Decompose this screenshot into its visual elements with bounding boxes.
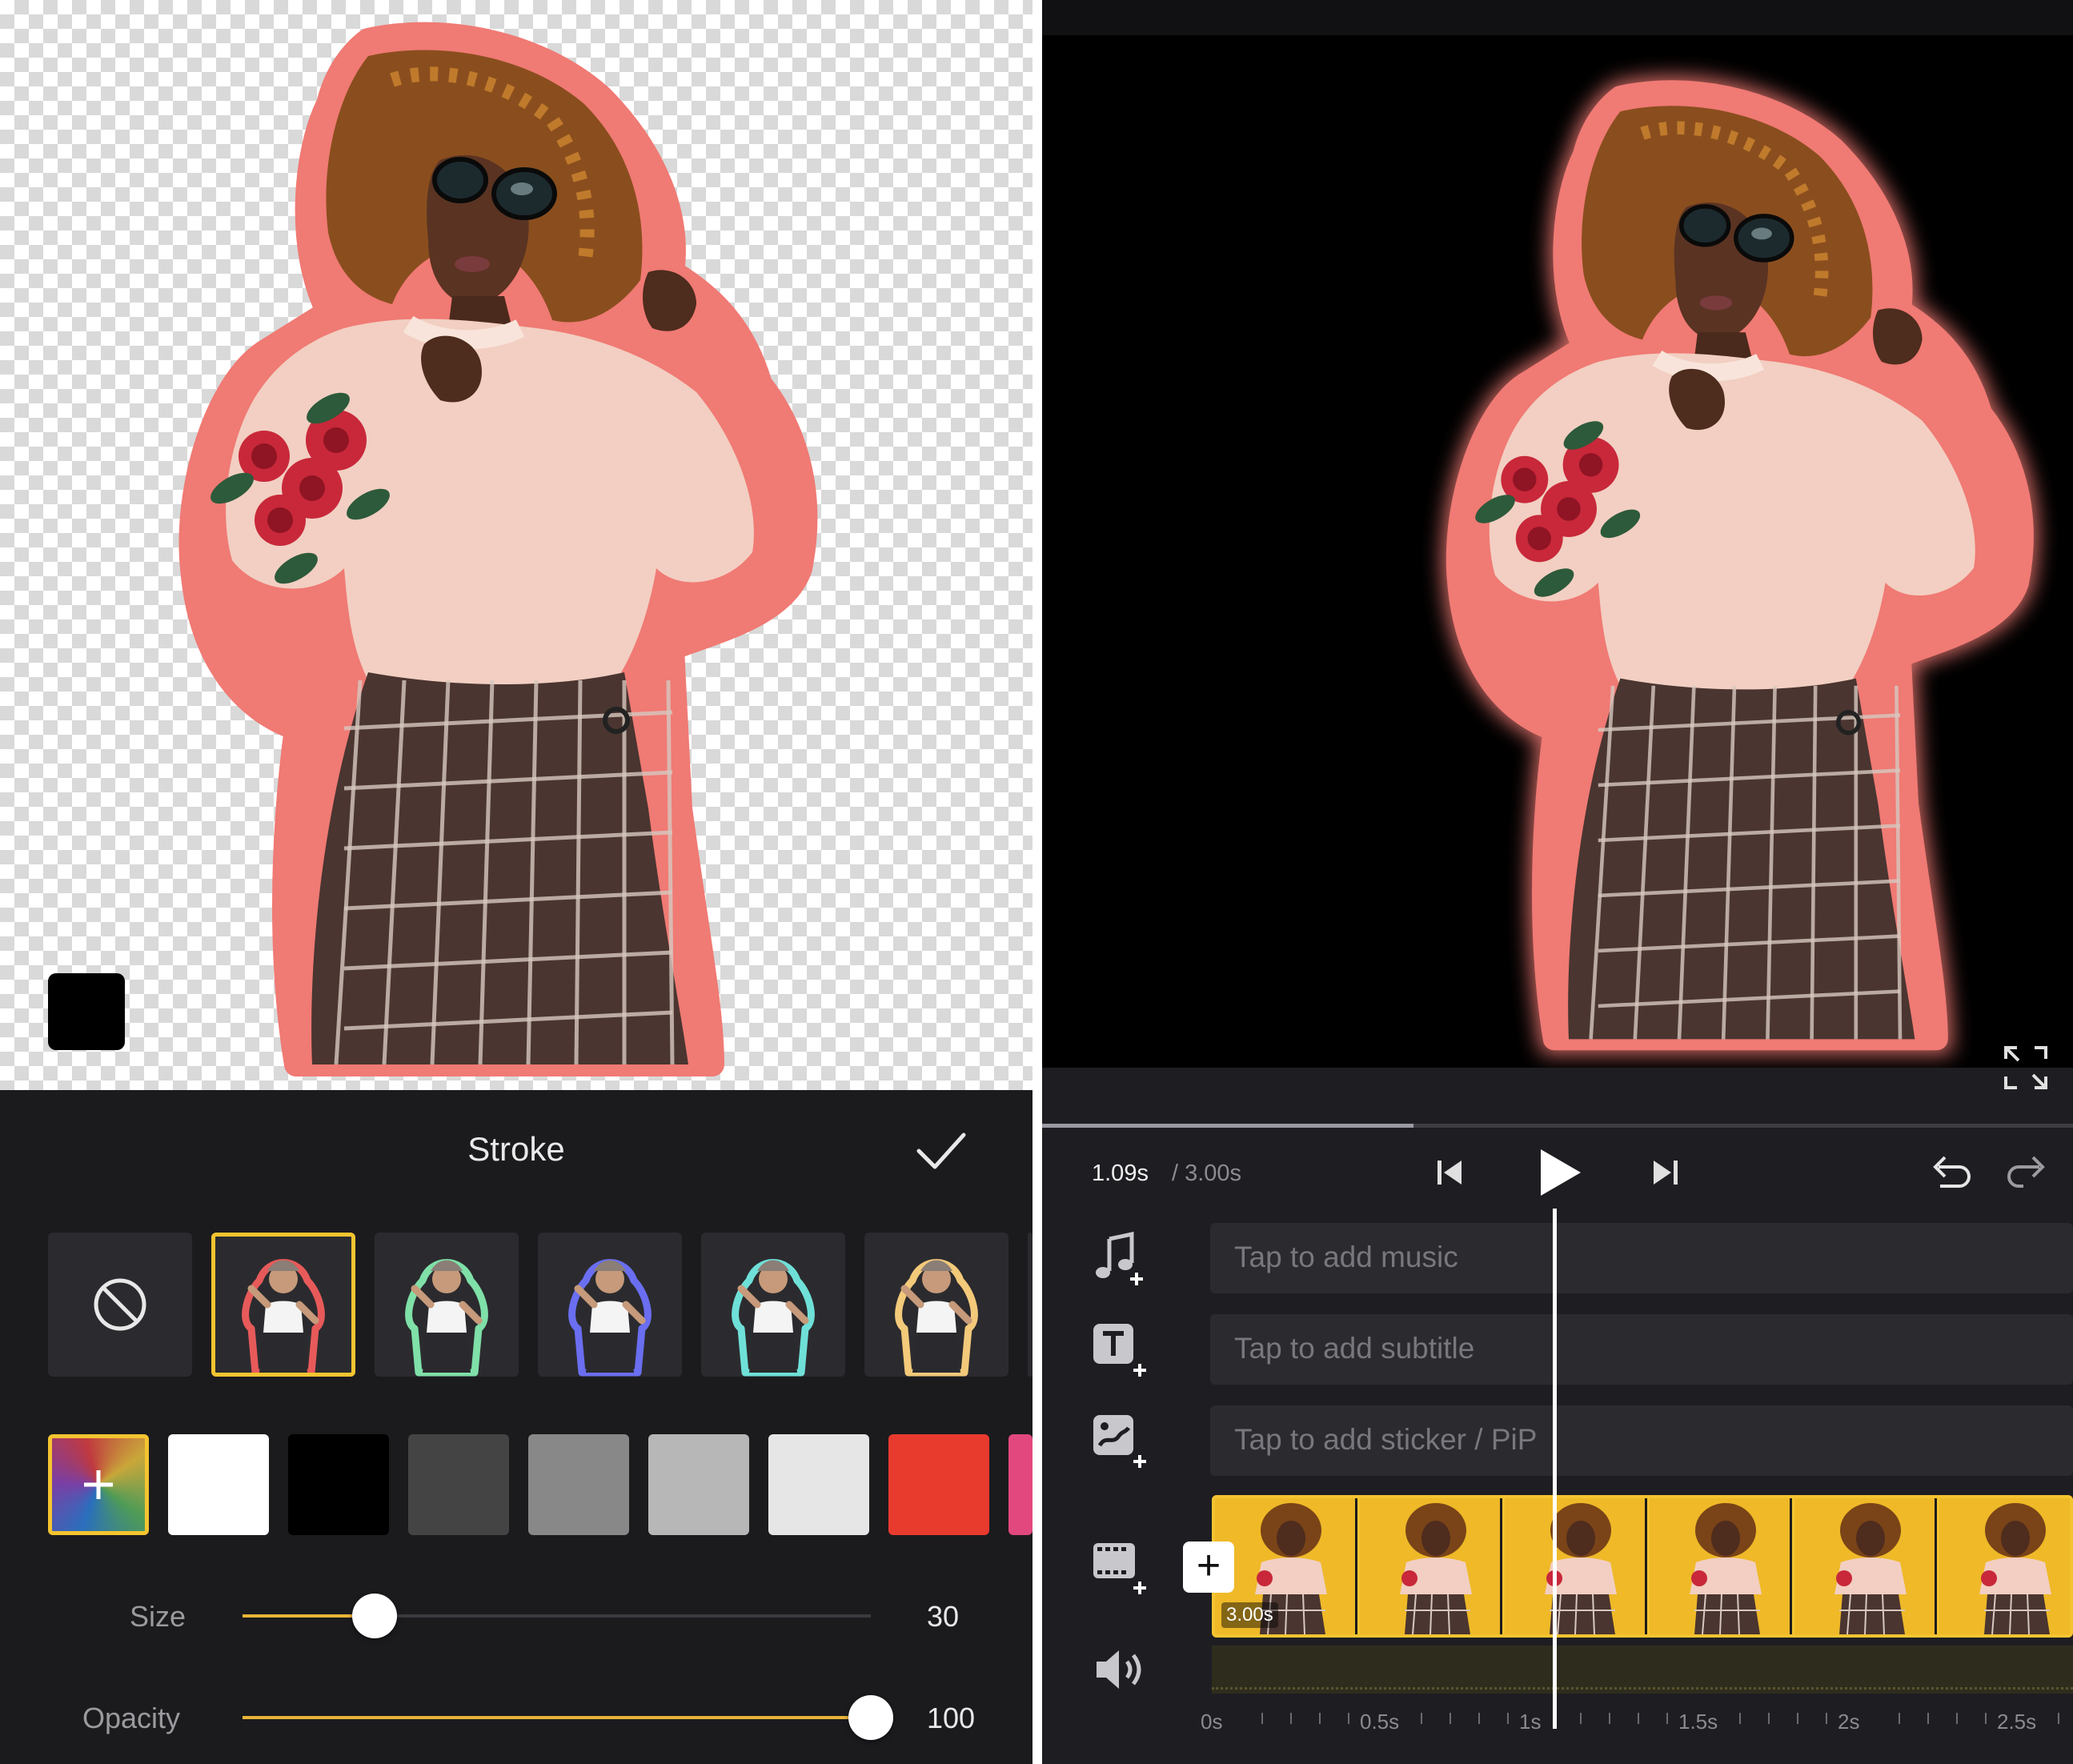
no-stroke-icon [94,1278,146,1331]
ruler-label: 0.5s [1360,1710,1400,1734]
preset-gold-glow[interactable] [864,1233,1008,1377]
volume-icon[interactable] [1090,1639,1151,1700]
add-music-icon[interactable] [1090,1228,1151,1289]
music-track[interactable]: Tap to add music [1210,1223,2073,1293]
color-red[interactable] [888,1434,989,1535]
top-bar [1042,0,2073,35]
add-clip-icon[interactable] [1090,1537,1151,1598]
size-label: Size [130,1600,186,1633]
skip-end-icon[interactable] [1649,1157,1681,1189]
clip-frame [1360,1498,1502,1634]
checkmark-icon[interactable] [912,1122,968,1178]
preset-green-stroke[interactable] [375,1233,519,1377]
subtitle-track[interactable]: Tap to add subtitle [1210,1314,2073,1385]
opacity-value: 100 [927,1702,976,1734]
color-white[interactable] [168,1434,269,1535]
ruler-tick [1797,1713,1798,1724]
video-editor: 1.09s / 3.00s Tap to add music Tap to ad… [1042,0,2073,1764]
ruler-tick [1421,1713,1422,1724]
ruler-tick [1666,1713,1668,1724]
playhead[interactable] [1553,1209,1557,1729]
skip-start-icon[interactable] [1434,1157,1466,1189]
ruler-tick [1927,1713,1929,1724]
clip-frame [1939,1498,2070,1634]
fullscreen-icon[interactable] [2003,1044,2049,1091]
redo-icon[interactable] [2003,1153,2051,1193]
ruler-tick [1261,1713,1263,1724]
add-subtitle-icon[interactable] [1090,1319,1151,1380]
ruler-tick [1580,1713,1582,1724]
color-dark-gray[interactable] [408,1434,509,1535]
ruler-label: 2s [1838,1710,1860,1734]
preset-teal-glow[interactable] [701,1233,845,1377]
preset-blue-stroke[interactable] [538,1233,682,1377]
ruler-tick [1638,1713,1639,1724]
color-off-white[interactable] [768,1434,869,1535]
background-color-swatch[interactable] [48,973,125,1050]
opacity-label: Opacity [82,1702,181,1734]
ruler-tick [1609,1713,1610,1724]
ruler-tick [1739,1713,1741,1724]
playback-progress[interactable] [1042,1124,2073,1128]
opacity-slider[interactable] [243,1695,893,1740]
ruler-tick [1956,1713,1958,1724]
stroke-editor: Stroke Size 30 Opacity 100 [0,0,1032,1764]
add-sticker-icon[interactable] [1090,1410,1151,1471]
size-slider[interactable] [243,1594,871,1638]
opacity-slider-handle[interactable] [848,1695,893,1740]
color-light-gray[interactable] [648,1434,749,1535]
size-slider-handle[interactable] [351,1594,397,1638]
subtitle-track-label: Tap to add subtitle [1234,1332,1475,1365]
undo-icon[interactable] [1929,1153,1974,1193]
ruler-tick [1826,1713,1827,1724]
audio-track[interactable] [1212,1646,2073,1694]
ruler-tick [1768,1713,1770,1724]
music-track-label: Tap to add music [1234,1241,1458,1273]
color-black[interactable] [288,1434,389,1535]
add-clip-button[interactable]: + [1183,1541,1234,1593]
custom-color-button[interactable] [48,1434,149,1535]
timeline-ruler[interactable]: 0s 0.5s 1s 1.5s 2s 2.5s [1194,1703,2073,1751]
preset-none[interactable] [48,1233,192,1377]
ruler-label: 0s [1201,1710,1223,1734]
ruler-label: 1.5s [1678,1710,1718,1734]
ruler-label: 1s [1519,1710,1542,1734]
sticker-track[interactable]: Tap to add sticker / PiP [1210,1405,2073,1476]
total-time: / 3.00s [1172,1161,1242,1186]
stroke-panel: Stroke Size 30 Opacity 100 [0,1090,1032,1764]
play-icon[interactable] [1536,1146,1584,1199]
ruler-tick [1348,1713,1349,1724]
ruler-tick [1478,1713,1480,1724]
ruler-tick [1899,1713,1900,1724]
ruler-tick [2058,1713,2059,1724]
preset-red-stroke[interactable] [211,1233,355,1377]
video-clip[interactable]: 3.00s [1212,1495,2073,1638]
size-value: 30 [927,1600,960,1633]
subject-cutout [178,22,818,1076]
clip-duration: 3.00s [1221,1602,1278,1628]
plus-icon [84,1470,113,1499]
panel-title: Stroke [467,1130,565,1168]
ruler-label: 2.5s [1997,1710,2037,1734]
clip-frame [1650,1498,1792,1634]
ruler-tick [1319,1713,1321,1724]
ruler-tick [1290,1713,1292,1724]
ruler-tick [1507,1713,1509,1724]
clip-frame [1794,1498,1937,1634]
current-time: 1.09s [1092,1161,1149,1186]
clip-frame [1505,1498,1647,1634]
divider [1032,0,1042,1764]
color-pink[interactable] [1008,1434,1032,1535]
sticker-track-label: Tap to add sticker / PiP [1234,1423,1538,1456]
ruler-tick [1449,1713,1451,1724]
video-preview[interactable] [1042,35,2073,1068]
subject-preview [1442,76,2038,1054]
color-gray[interactable] [528,1434,629,1535]
edit-canvas[interactable] [0,0,1032,1090]
ruler-tick [1985,1713,1987,1724]
